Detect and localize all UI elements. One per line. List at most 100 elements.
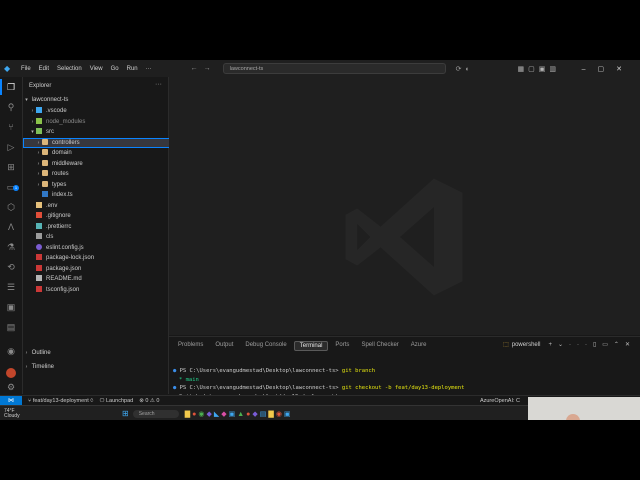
- tree-label: .env: [46, 202, 58, 209]
- tree-file[interactable]: index.ts: [23, 190, 177, 200]
- settings-gear-icon[interactable]: ⚙: [5, 381, 17, 393]
- panel-tabs: Problems Output Debug Console Terminal Ports…: [173, 341, 433, 351]
- project-name: lawconnect-ts: [31, 97, 69, 103]
- menu-item[interactable]: Selection: [53, 66, 86, 72]
- terminal-instance[interactable]: powershell: [503, 341, 541, 348]
- menu-item[interactable]: File: [17, 66, 35, 72]
- file-explorer-icon[interactable]: ▇: [185, 411, 192, 418]
- gitlens-icon[interactable]: ⟲: [5, 261, 17, 273]
- webcam-overlay: [528, 397, 640, 420]
- panel-tab[interactable]: Output: [210, 341, 238, 351]
- tree-label: middleware: [52, 160, 83, 167]
- tree-file[interactable]: package.json: [23, 264, 171, 274]
- tree-label: .gitignore: [46, 213, 71, 219]
- folder-icon: [42, 149, 48, 156]
- app-icon[interactable]: ◆: [221, 411, 228, 418]
- app-icon[interactable]: ▣: [284, 411, 293, 418]
- avatar[interactable]: [6, 368, 16, 378]
- launchpad-status[interactable]: ⎔ Launchpad: [100, 398, 134, 404]
- start-menu-icon[interactable]: ⊞: [122, 409, 129, 418]
- panel-tab[interactable]: Ports: [330, 341, 354, 351]
- panel-tab[interactable]: Azure: [406, 341, 432, 351]
- tree-file[interactable]: .prettierrc: [23, 222, 171, 232]
- tree-folder[interactable]: › types: [23, 180, 177, 190]
- explorer-icon[interactable]: ❐: [0, 79, 17, 95]
- run-debug-icon[interactable]: ▷: [5, 141, 17, 153]
- terminal-line: ● PS C:\Users\evangudmestad\Desktop\lawc…: [173, 367, 633, 376]
- command-decoration-icon[interactable]: ●: [173, 385, 180, 391]
- maximize-icon[interactable]: ▢: [598, 66, 617, 73]
- editor-area[interactable]: [169, 77, 640, 335]
- testing-icon[interactable]: ⚗: [5, 241, 17, 253]
- taskbar-search-placeholder: Search: [138, 410, 155, 417]
- menu-item[interactable]: Go: [107, 66, 123, 72]
- terminal-command: git branch: [341, 368, 376, 374]
- menu-item[interactable]: Run: [123, 66, 142, 72]
- notebook-icon[interactable]: ▤: [5, 321, 17, 333]
- tree-label: package-lock.json: [46, 255, 95, 261]
- tree-file[interactable]: cls: [23, 232, 171, 242]
- more-actions-icon[interactable]: ···: [155, 81, 162, 88]
- search-icon[interactable]: ⚲: [5, 101, 17, 113]
- extensions-icon[interactable]: ⊞: [5, 161, 17, 173]
- source-control-icon[interactable]: ⑂: [5, 121, 17, 133]
- menu-item[interactable]: View: [86, 66, 107, 72]
- problems-status[interactable]: ⊗ 0 ⚠ 0: [139, 398, 159, 404]
- terminal-line: * main: [173, 376, 633, 385]
- azure-icon[interactable]: Λ: [5, 221, 17, 233]
- weather-widget[interactable]: 74°F Cloudy: [4, 408, 34, 419]
- menu-item[interactable]: ···: [142, 66, 156, 72]
- tree-folder[interactable]: › domain: [23, 148, 177, 158]
- app-icon[interactable]: ▣: [229, 411, 238, 418]
- tree-folder[interactable]: › .vscode: [23, 106, 171, 116]
- accounts-icon[interactable]: ◉: [5, 345, 17, 357]
- app-icon[interactable]: ▲: [237, 411, 246, 418]
- app-icon[interactable]: ◆: [206, 411, 213, 418]
- command-decoration-icon[interactable]: ●: [173, 368, 180, 374]
- folder-icon: [42, 180, 48, 187]
- containers-icon[interactable]: ⬡: [5, 201, 17, 213]
- tree-file[interactable]: package-lock.json: [23, 253, 171, 263]
- app-icon[interactable]: ▇: [268, 411, 275, 418]
- outline-section[interactable]: › Outline: [23, 347, 165, 359]
- panel-tab[interactable]: Problems: [173, 341, 208, 351]
- layout-toggle-icons[interactable]: ▦▢▣▥: [518, 65, 560, 73]
- app-icon[interactable]: ◉: [276, 411, 284, 418]
- tree-label: tsconfig.json: [46, 286, 80, 293]
- panel-tab[interactable]: Debug Console: [240, 341, 291, 351]
- forward-arrow-icon[interactable]: →: [204, 65, 217, 72]
- md-file-icon: [36, 275, 42, 282]
- close-window-icon[interactable]: ✕: [616, 66, 634, 73]
- timeline-section[interactable]: › Timeline: [23, 361, 165, 373]
- taskbar-apps[interactable]: ▇●◉◆◣◆▣▲●◆▤▇◉▣: [185, 410, 293, 418]
- tree-file[interactable]: README.md: [23, 274, 171, 284]
- tree-folder[interactable]: ▾ src: [23, 127, 171, 137]
- taskbar-search[interactable]: Search: [132, 409, 179, 418]
- copilot-icons[interactable]: ⟳◐: [456, 65, 474, 73]
- azure-status[interactable]: AzureOpenAI: C: [480, 398, 520, 404]
- tree-file[interactable]: eslint.config.js: [23, 243, 171, 253]
- branch-status[interactable]: ⑂ feat/day13-deployment ⟳: [28, 398, 94, 404]
- tree-file[interactable]: tsconfig.json: [23, 285, 171, 295]
- back-arrow-icon[interactable]: ←: [191, 65, 204, 72]
- chevron-down-icon: ▾: [25, 97, 28, 103]
- tree-folder[interactable]: › node_modules: [23, 117, 171, 127]
- tree-file[interactable]: .gitignore: [23, 211, 171, 221]
- tree-file[interactable]: .env: [23, 201, 171, 211]
- minimize-icon[interactable]: –: [582, 66, 598, 73]
- panel-tab[interactable]: Spell Checker: [356, 341, 403, 351]
- app-icon[interactable]: ◆: [252, 411, 259, 418]
- docker-icon[interactable]: ▣: [5, 301, 17, 313]
- project-root[interactable]: ▾ lawconnect-ts: [23, 95, 165, 105]
- panel-action-icons[interactable]: +⌄···▯▭⌃✕: [548, 341, 636, 348]
- command-center-search[interactable]: lawconnect-ts: [222, 63, 446, 74]
- database-icon[interactable]: ☰: [5, 281, 17, 293]
- window-controls[interactable]: –▢✕: [582, 65, 634, 73]
- tree-folder[interactable]: › middleware: [23, 159, 177, 169]
- menu-item[interactable]: Edit: [35, 66, 53, 72]
- tree-folder[interactable]: › routes: [23, 169, 177, 179]
- panel-tab[interactable]: Terminal: [293, 341, 329, 351]
- json-file-icon: [36, 254, 42, 261]
- tree-label: node_modules: [46, 118, 86, 125]
- tree-folder[interactable]: › controllers: [23, 137, 177, 148]
